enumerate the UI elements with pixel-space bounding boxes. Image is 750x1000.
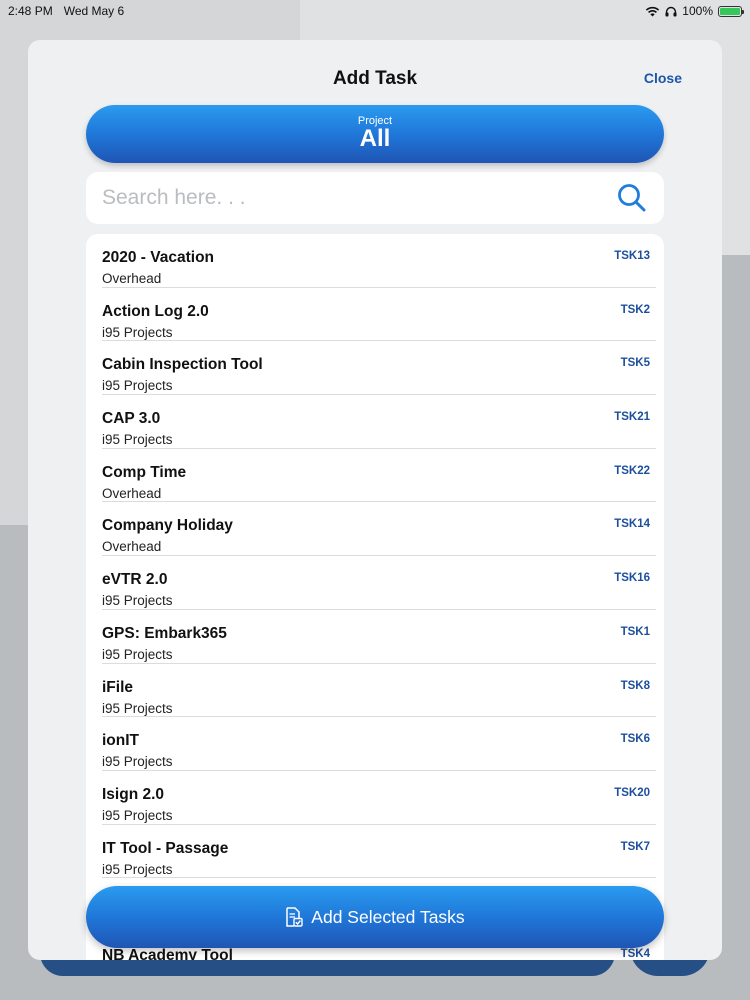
task-category: i95 Projects — [102, 646, 173, 662]
task-row[interactable]: eVTR 2.0 i95 Projects TSK16 — [102, 556, 656, 610]
search-box — [86, 172, 664, 224]
task-category: Overhead — [102, 271, 162, 286]
headphones-icon — [665, 6, 677, 16]
task-category: i95 Projects — [102, 378, 173, 394]
task-code: TSK21 — [614, 411, 650, 424]
task-code: TSK7 — [620, 840, 650, 853]
add-selected-tasks-label: Add Selected Tasks — [311, 906, 465, 927]
status-date: Wed May 6 — [63, 4, 125, 18]
task-name: Action Log 2.0 — [102, 302, 209, 320]
task-name: Comp Time — [102, 463, 187, 481]
task-name: Cabin Inspection Tool — [102, 356, 263, 374]
close-button[interactable]: Close — [644, 70, 682, 86]
task-name: 2020 - Vacation — [102, 249, 215, 266]
task-category: i95 Projects — [102, 754, 173, 770]
status-bar: 2:48 PM Wed May 6 100% — [0, 0, 750, 22]
task-row[interactable]: Company Holiday Overhead TSK14 — [102, 502, 656, 557]
search-input[interactable] — [102, 186, 616, 210]
task-row[interactable]: Isign 2.0 i95 Projects TSK20 — [102, 771, 656, 825]
add-selected-tasks-button[interactable]: Add Selected Tasks — [86, 886, 664, 948]
battery-level — [720, 7, 740, 15]
task-category: i95 Projects — [102, 324, 173, 340]
task-category: Overhead — [102, 539, 162, 555]
status-time: 2:48 PM — [8, 4, 53, 18]
task-name: IT Tool - Passage — [102, 839, 229, 857]
add-task-sheet: Add Task Close Project All 2020 - Vacati… — [28, 40, 722, 960]
task-category: i95 Projects — [102, 593, 173, 609]
project-value: All — [359, 125, 391, 152]
task-row[interactable]: GPS: Embark365 i95 Projects TSK1 — [102, 610, 656, 664]
task-row[interactable]: Cabin Inspection Tool i95 Projects TSK5 — [102, 341, 656, 396]
task-code: TSK14 — [614, 518, 650, 531]
document-check-icon — [286, 907, 303, 927]
task-row[interactable]: IT Tool - Passage i95 Projects TSK7 — [102, 825, 656, 879]
task-category: i95 Projects — [102, 861, 173, 877]
task-row[interactable]: iFile i95 Projects TSK8 — [102, 664, 656, 718]
task-name: GPS: Embark365 — [102, 624, 227, 642]
task-row[interactable]: ionIT i95 Projects TSK6 — [102, 717, 656, 771]
task-category: i95 Projects — [102, 700, 173, 716]
task-category: Overhead — [102, 485, 162, 501]
project-selector-button[interactable]: Project All — [86, 105, 664, 163]
battery-icon — [718, 5, 744, 17]
task-code: TSK20 — [614, 786, 650, 799]
task-row[interactable]: Action Log 2.0 i95 Projects TSK2 — [102, 288, 656, 342]
sheet-header: Add Task Close — [28, 40, 722, 104]
task-name: ionIT — [102, 732, 140, 750]
task-category: i95 Projects — [102, 432, 173, 448]
task-code: TSK22 — [614, 464, 650, 477]
battery-percent: 100% — [682, 4, 713, 18]
task-row[interactable]: Comp Time Overhead TSK22 — [102, 449, 656, 503]
task-category: i95 Projects — [102, 807, 173, 823]
task-name: eVTR 2.0 — [102, 571, 168, 589]
task-code: TSK1 — [620, 625, 650, 638]
task-code: TSK8 — [620, 679, 650, 692]
task-name: iFile — [102, 678, 134, 696]
search-icon[interactable] — [616, 182, 648, 214]
task-name: Company Holiday — [102, 517, 233, 535]
sheet-title: Add Task — [332, 68, 418, 89]
task-code: TSK5 — [620, 357, 650, 370]
task-row[interactable]: 2020 - Vacation Overhead TSK13 — [102, 234, 656, 288]
task-name: NB Academy Tool — [102, 946, 233, 960]
task-name: Isign 2.0 — [102, 785, 165, 803]
wifi-icon — [646, 6, 660, 16]
task-code: TSK2 — [620, 303, 650, 316]
task-name: CAP 3.0 — [102, 410, 161, 428]
task-code: TSK6 — [620, 733, 650, 746]
project-label: Project — [357, 115, 393, 127]
task-code: TSK4 — [620, 947, 650, 960]
task-row[interactable]: CAP 3.0 i95 Projects TSK21 — [102, 395, 656, 449]
task-code: TSK13 — [614, 250, 650, 262]
task-list: 2020 - Vacation Overhead TSK13 Action Log 2… — [86, 234, 664, 960]
task-code: TSK16 — [614, 572, 650, 585]
